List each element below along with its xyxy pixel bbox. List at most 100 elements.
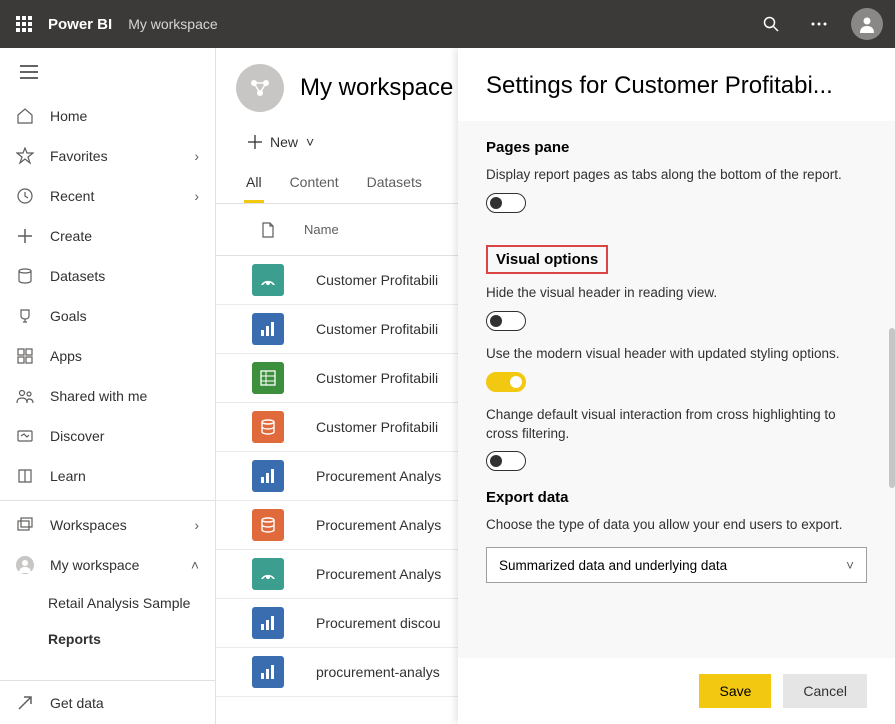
sidebar-item-datasets[interactable]: Datasets <box>0 256 215 296</box>
tab-all[interactable]: All <box>244 164 264 203</box>
chevron-right-icon: › <box>194 148 199 164</box>
get-data-label: Get data <box>50 695 104 711</box>
app-launcher-icon[interactable] <box>12 12 36 36</box>
book-icon <box>16 467 34 485</box>
person-icon <box>16 556 34 574</box>
search-icon[interactable] <box>755 8 787 40</box>
toggle-cross-filter[interactable] <box>486 451 526 471</box>
plus-icon <box>16 227 34 245</box>
toggle-modern-header[interactable] <box>486 372 526 392</box>
item-name: Procurement discou <box>292 615 441 631</box>
item-type-icon <box>252 460 284 492</box>
panel-footer: Save Cancel <box>458 658 895 724</box>
trophy-icon <box>16 307 34 325</box>
item-type-icon <box>252 607 284 639</box>
apps-icon <box>16 347 34 365</box>
sidebar: Home Favorites › Recent › Create Dataset… <box>0 48 216 724</box>
brand-label: Power BI <box>48 16 112 33</box>
workspace-title: My workspace <box>300 74 453 102</box>
settings-title: Settings for Customer Profitabi... <box>458 48 895 121</box>
item-type-icon <box>252 656 284 688</box>
chevron-up-icon: ˄ <box>191 557 199 573</box>
chevron-down-icon: ˅ <box>306 134 314 150</box>
divider <box>0 500 215 501</box>
item-type-icon <box>252 313 284 345</box>
workspaces-icon <box>16 516 34 534</box>
sidebar-item-learn[interactable]: Learn <box>0 456 215 496</box>
data-icon <box>16 267 34 285</box>
item-type-icon <box>252 264 284 296</box>
people-icon <box>16 387 34 405</box>
sidebar-item-label: Home <box>50 108 199 124</box>
get-data-button[interactable]: Get data <box>0 680 215 724</box>
sidebar-item-label: Apps <box>50 348 199 364</box>
sidebar-item-label: Create <box>50 228 199 244</box>
sidebar-item-label: Favorites <box>50 148 178 164</box>
sidebar-item-label: My workspace <box>50 557 175 573</box>
save-button[interactable]: Save <box>699 674 771 708</box>
sidebar-item-workspaces[interactable]: Workspaces › <box>0 505 215 545</box>
sidebar-sub-retail[interactable]: Retail Analysis Sample <box>0 585 215 621</box>
sidebar-item-label: Discover <box>50 428 199 444</box>
item-name: Procurement Analys <box>292 468 441 484</box>
item-type-icon <box>252 509 284 541</box>
content-area: My workspace New ˅ All Content Datasets … <box>216 48 895 724</box>
section-visual-options: Visual options <box>486 245 608 274</box>
item-type-icon <box>252 411 284 443</box>
sidebar-item-recent[interactable]: Recent › <box>0 176 215 216</box>
item-type-icon <box>252 558 284 590</box>
item-name: Procurement Analys <box>292 566 441 582</box>
sidebar-sub-reports[interactable]: Reports <box>0 621 215 657</box>
sidebar-item-create[interactable]: Create <box>0 216 215 256</box>
workspace-icon <box>236 64 284 112</box>
sidebar-item-label: Recent <box>50 188 178 204</box>
cancel-button[interactable]: Cancel <box>783 674 867 708</box>
sidebar-item-label: Datasets <box>50 268 199 284</box>
clock-icon <box>16 187 34 205</box>
tab-content[interactable]: Content <box>288 164 341 203</box>
new-label: New <box>270 134 298 150</box>
section-export-data: Export data <box>486 489 867 506</box>
tab-datasets[interactable]: Datasets <box>365 164 424 203</box>
hamburger-icon[interactable] <box>0 48 215 96</box>
sidebar-item-label: Workspaces <box>50 517 178 533</box>
chevron-right-icon: › <box>194 188 199 204</box>
item-name: Customer Profitabili <box>292 272 438 288</box>
setting-desc: Use the modern visual header with update… <box>486 345 867 364</box>
item-type-icon <box>252 362 284 394</box>
section-pages-pane: Pages pane <box>486 139 867 156</box>
setting-desc: Display report pages as tabs along the b… <box>486 166 867 185</box>
item-name: Customer Profitabili <box>292 321 438 337</box>
context-label: My workspace <box>128 16 217 32</box>
star-icon <box>16 147 34 165</box>
setting-desc: Choose the type of data you allow your e… <box>486 516 867 535</box>
toggle-pages-pane[interactable] <box>486 193 526 213</box>
export-select[interactable]: Summarized data and underlying data <box>486 547 867 583</box>
settings-panel: Settings for Customer Profitabi... Pages… <box>458 48 895 724</box>
column-type-icon <box>244 222 292 238</box>
sidebar-item-label: Shared with me <box>50 388 199 404</box>
item-name: Customer Profitabili <box>292 419 438 435</box>
home-icon <box>16 107 34 125</box>
sidebar-item-label: Goals <box>50 308 199 324</box>
item-name: procurement-analys <box>292 664 440 680</box>
more-icon[interactable] <box>803 8 835 40</box>
item-name: Procurement Analys <box>292 517 441 533</box>
sidebar-item-goals[interactable]: Goals <box>0 296 215 336</box>
setting-desc: Hide the visual header in reading view. <box>486 284 867 303</box>
sidebar-item-shared[interactable]: Shared with me <box>0 376 215 416</box>
sidebar-item-apps[interactable]: Apps <box>0 336 215 376</box>
sidebar-item-label: Learn <box>50 468 199 484</box>
top-bar: Power BI My workspace <box>0 0 895 48</box>
toggle-hide-header[interactable] <box>486 311 526 331</box>
chevron-right-icon: › <box>194 517 199 533</box>
arrow-icon <box>16 694 34 712</box>
sidebar-item-discover[interactable]: Discover <box>0 416 215 456</box>
scrollbar[interactable] <box>889 328 895 488</box>
sidebar-item-my-workspace[interactable]: My workspace ˄ <box>0 545 215 585</box>
sidebar-item-home[interactable]: Home <box>0 96 215 136</box>
discover-icon <box>16 427 34 445</box>
sidebar-item-favorites[interactable]: Favorites › <box>0 136 215 176</box>
item-name: Customer Profitabili <box>292 370 438 386</box>
avatar[interactable] <box>851 8 883 40</box>
